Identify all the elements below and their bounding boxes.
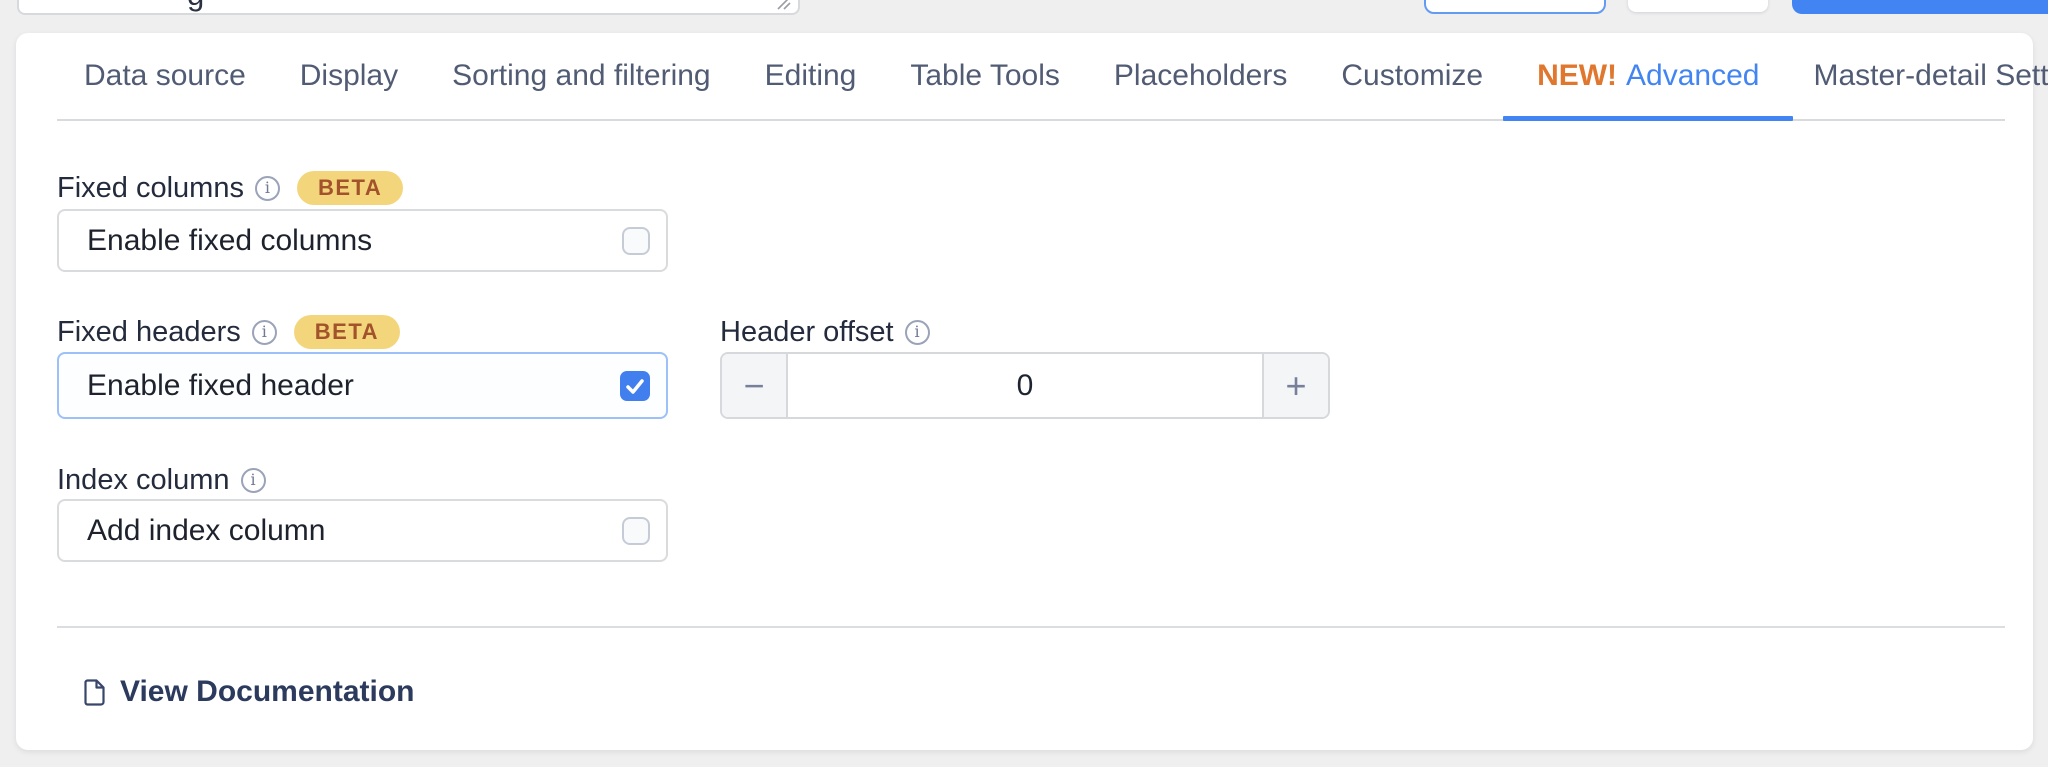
enable-fixed-columns-field[interactable]: Enable fixed columns [57, 209, 668, 272]
tab-display[interactable]: Display [273, 33, 425, 119]
resize-handle-icon[interactable] [774, 0, 792, 10]
index-column-label-row: Index column [57, 462, 266, 498]
document-icon [84, 678, 105, 706]
add-index-column-checkbox[interactable] [622, 516, 650, 545]
increase-button[interactable]: + [1264, 354, 1328, 417]
info-icon[interactable] [240, 467, 266, 493]
fixed-columns-label: Fixed columns [57, 171, 244, 204]
view-documentation-link[interactable]: View Documentation [84, 671, 415, 713]
fixed-headers-label-row: Fixed headers BETA [57, 314, 401, 350]
editor-partial-text: g [187, 0, 204, 13]
index-column-label: Index column [57, 463, 230, 496]
add-index-column-field[interactable]: Add index column [57, 499, 668, 562]
code-editor-textarea[interactable]: g [17, 0, 800, 15]
header-offset-label-row: Header offset [720, 314, 930, 350]
settings-panel: Data source Display Sorting and filterin… [16, 33, 2048, 750]
info-icon[interactable] [251, 319, 277, 345]
tab-editing[interactable]: Editing [738, 33, 884, 119]
enable-fixed-header-checkbox[interactable] [620, 370, 650, 401]
tab-data-source[interactable]: Data source [57, 33, 273, 119]
tab-customize[interactable]: Customize [1314, 33, 1510, 119]
toolbar-primary-button[interactable] [1792, 0, 2048, 14]
tab-sorting-and-filtering[interactable]: Sorting and filtering [425, 33, 738, 119]
checkmark-icon [626, 378, 644, 394]
add-index-column-label: Add index column [87, 513, 326, 547]
tab-master-detail-settings[interactable]: Master-detail Settings [1786, 33, 2048, 119]
tab-placeholders[interactable]: Placeholders [1087, 33, 1314, 119]
new-badge-text: NEW! [1537, 59, 1618, 92]
info-icon[interactable] [254, 175, 280, 201]
settings-tab-bar: Data source Display Sorting and filterin… [57, 33, 2048, 121]
enable-fixed-columns-label: Enable fixed columns [87, 223, 373, 257]
toolbar-outline-button[interactable] [1424, 0, 1606, 14]
decrease-button[interactable]: − [722, 354, 786, 417]
beta-badge: BETA [296, 171, 404, 205]
toolbar-secondary-button[interactable] [1628, 0, 1768, 12]
fixed-columns-label-row: Fixed columns BETA [57, 170, 404, 206]
enable-fixed-header-label: Enable fixed header [87, 368, 354, 402]
header-offset-label: Header offset [720, 315, 894, 348]
tab-table-tools[interactable]: Table Tools [883, 33, 1087, 119]
enable-fixed-header-field[interactable]: Enable fixed header [57, 352, 668, 419]
fixed-headers-label: Fixed headers [57, 315, 241, 348]
footer-divider [57, 626, 2005, 628]
header-offset-stepper: − + [720, 352, 1330, 419]
tab-advanced[interactable]: NEW! Advanced [1503, 33, 1794, 121]
info-icon[interactable] [904, 319, 930, 345]
enable-fixed-columns-checkbox[interactable] [622, 226, 650, 255]
beta-badge: BETA [293, 315, 401, 349]
header-offset-input[interactable] [786, 354, 1264, 417]
